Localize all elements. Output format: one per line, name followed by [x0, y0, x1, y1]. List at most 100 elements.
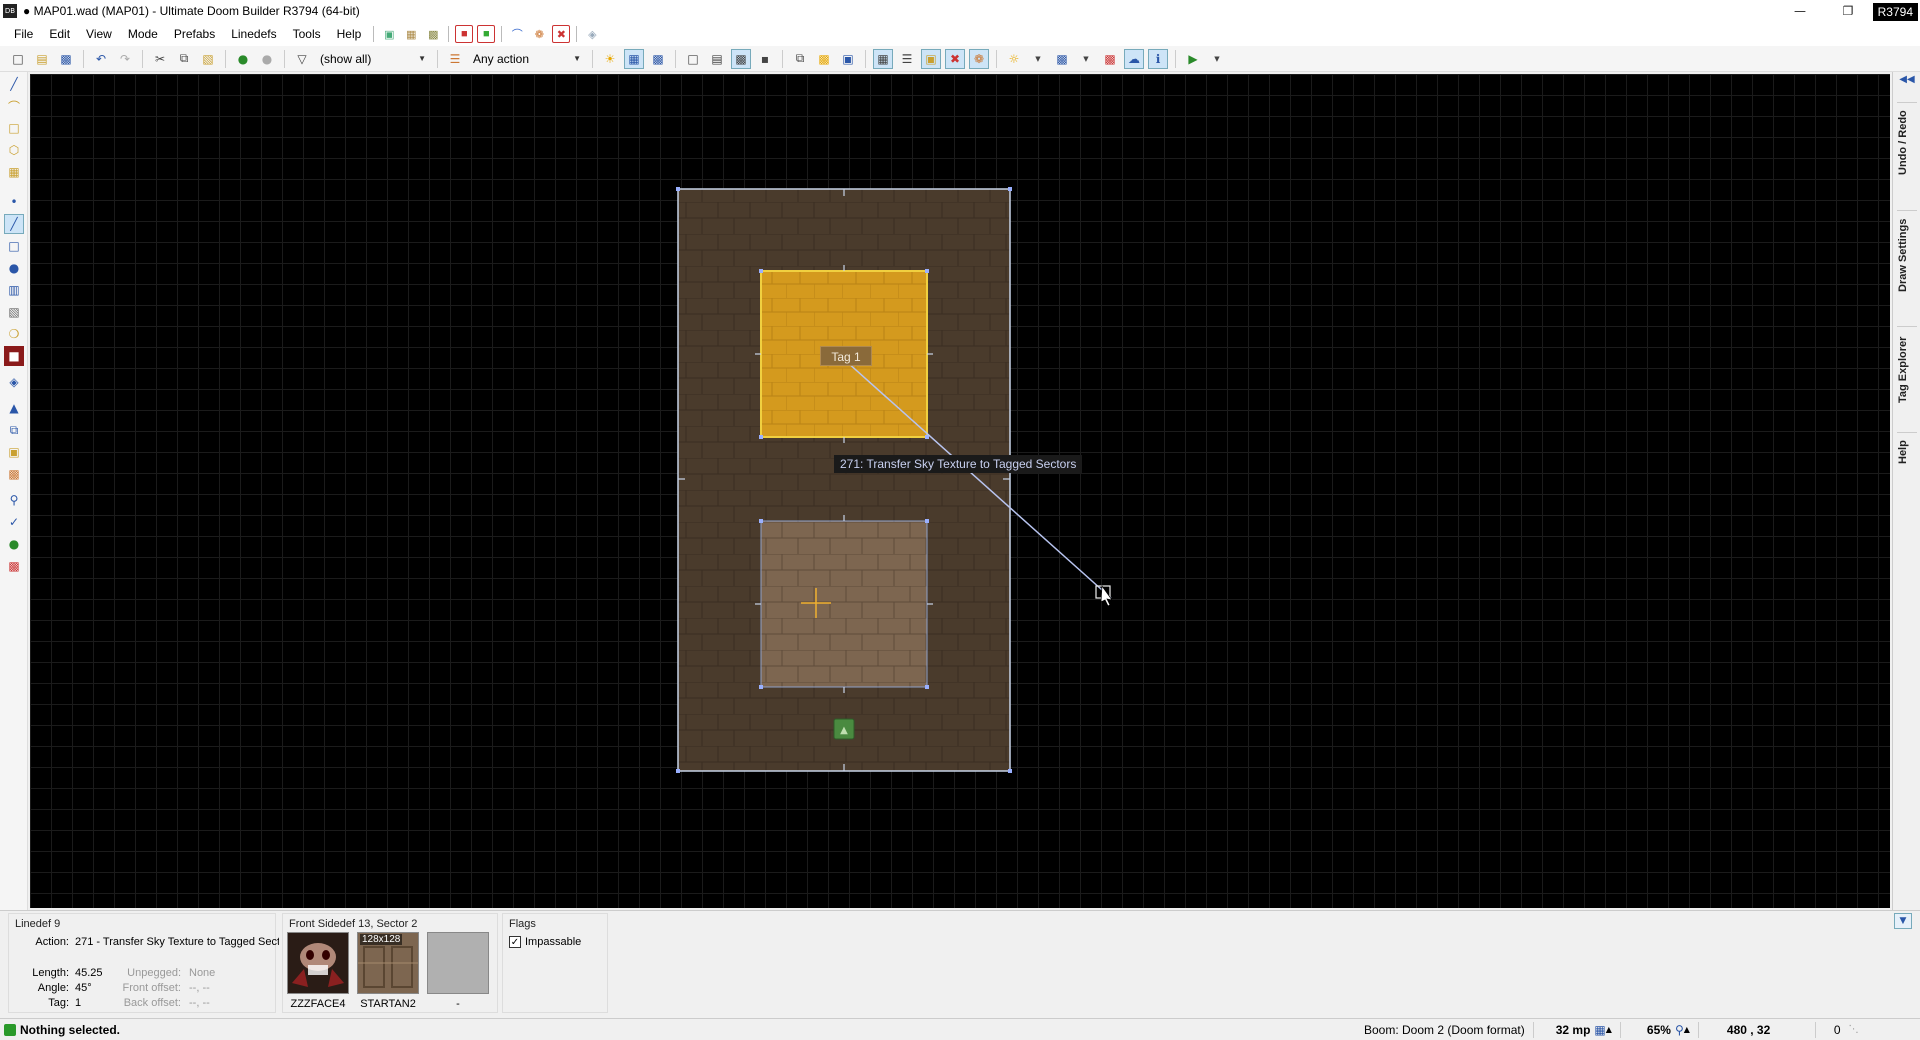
plugin-toggle-icon[interactable]: ❁ [969, 48, 989, 69]
brightness-icon[interactable]: ☀ [600, 49, 620, 69]
split-joined-sectors-icon[interactable]: ▣ [838, 49, 858, 69]
slope-mode-icon[interactable]: ▲ [4, 398, 24, 418]
map-canvas[interactable]: ▲ Tag 1 271: Transfer Sky Texture to Tag… [30, 74, 1890, 908]
merge-geometry-icon[interactable]: ⧉ [790, 49, 810, 69]
vertex-slope-icon[interactable]: ⧉ [4, 420, 24, 440]
draw-curve-icon[interactable]: ⌒ [4, 96, 24, 116]
collapse-dock-icon[interactable]: ◀◀ [1897, 74, 1917, 88]
view-normal-icon[interactable]: □ [683, 49, 703, 69]
image-export-icon[interactable]: ▩ [1052, 49, 1072, 69]
view-ceiling-textures-icon[interactable]: ▪ [755, 49, 775, 69]
chevron-up-icon[interactable]: ▲ [1606, 1025, 1612, 1034]
sky-icon[interactable]: ☁ [1124, 48, 1144, 69]
expand-panel-icon[interactable]: ▼ [1894, 913, 1912, 929]
lightbulb-icon[interactable]: ☼ [1004, 49, 1024, 69]
undo-icon[interactable]: ↶ [91, 49, 111, 69]
things-filter-dropdown[interactable]: (show all) ▼ [314, 49, 432, 69]
stats-icon[interactable]: ▩ [1100, 49, 1120, 69]
snap-to-grid-icon[interactable]: ▩ [648, 49, 668, 69]
middle-texture-preview[interactable]: 128x128 [357, 932, 419, 994]
grid-size[interactable]: 32 mp [1556, 1023, 1591, 1037]
menu-mode[interactable]: Mode [120, 22, 166, 46]
zoom-level[interactable]: 65% [1647, 1023, 1671, 1037]
errors-check-icon[interactable]: ■ [455, 25, 474, 43]
action-filter-dropdown[interactable]: Any action ▼ [467, 49, 587, 69]
impassable-checkbox[interactable]: ✓ [509, 936, 521, 948]
tab-tag-explorer[interactable]: Tag Explorer [1897, 326, 1917, 412]
menu-file[interactable]: File [6, 22, 41, 46]
auto-merge-icon[interactable]: ▩ [814, 49, 834, 69]
upper-texture-preview[interactable] [287, 932, 349, 994]
sound-propagation-icon[interactable]: ❍ [4, 324, 24, 344]
tab-undo-redo[interactable]: Undo / Redo [1897, 102, 1917, 182]
linedefs-mode-icon[interactable]: ╱ [4, 214, 24, 234]
snap-selection-icon[interactable]: ▣ [4, 442, 24, 462]
snap-icon[interactable]: ☰ [897, 49, 917, 69]
3d-floor-mode-icon[interactable]: ◈ [4, 372, 24, 392]
plugin-red-icon[interactable]: ✖ [552, 25, 571, 43]
play-icon[interactable]: ▶ [1183, 49, 1203, 69]
make-sectors-icon[interactable]: ▥ [4, 280, 24, 300]
chevron-down-icon[interactable]: ▼ [1028, 49, 1048, 69]
chevron-down-icon: ▼ [573, 54, 581, 63]
visual-mode-icon[interactable]: ■ [4, 346, 24, 366]
angle-value: 45° [75, 982, 92, 994]
vertices-mode-icon[interactable]: • [4, 192, 24, 212]
tab-draw-settings[interactable]: Draw Settings [1897, 210, 1917, 300]
test-map-icon[interactable]: ▣ [380, 25, 398, 43]
filter-icon[interactable]: ▽ [292, 49, 312, 69]
script-editor-icon[interactable]: ▦ [402, 25, 420, 43]
menu-view[interactable]: View [78, 22, 120, 46]
resize-grip-icon[interactable]: ⋱ [1849, 1024, 1859, 1035]
redo-icon[interactable]: ↷ [115, 49, 135, 69]
tag-range-icon[interactable]: ▩ [4, 556, 24, 576]
linedef-color-preset-icon[interactable]: ☰ [445, 49, 465, 69]
flip-selection-icon[interactable]: ▩ [4, 464, 24, 484]
map-analysis-icon[interactable]: ✓ [4, 512, 24, 532]
insert-prefab-icon[interactable]: ● [233, 49, 253, 69]
menu-edit[interactable]: Edit [41, 22, 78, 46]
open-map-icon[interactable]: ▤ [32, 49, 52, 69]
draw-lines-icon[interactable]: ╱ [4, 74, 24, 94]
chevron-up-icon[interactable]: ▲ [1684, 1025, 1690, 1034]
map-options-icon[interactable]: ▩ [424, 25, 442, 43]
tab-help[interactable]: Help [1897, 432, 1917, 472]
menu-tools[interactable]: Tools [285, 22, 329, 46]
chevron-down-icon[interactable]: ▼ [1076, 49, 1096, 69]
cut-icon[interactable]: ✂ [150, 49, 170, 69]
draw-ellipse-icon[interactable]: ⬡ [4, 140, 24, 160]
sectors-mode-icon[interactable]: □ [4, 236, 24, 256]
menu-linedefs[interactable]: Linedefs [223, 22, 284, 46]
copy-icon[interactable]: ⧉ [174, 49, 194, 69]
test-map-skill-icon[interactable]: ■ [477, 25, 496, 43]
info-icon[interactable]: ℹ [1148, 48, 1168, 69]
color-picker-icon[interactable]: ● [4, 534, 24, 554]
minimize-button[interactable]: — [1778, 0, 1822, 22]
tag-icon[interactable]: ◈ [583, 25, 601, 43]
save-map-icon[interactable]: ▩ [56, 49, 76, 69]
things-mode-icon[interactable]: ● [4, 258, 24, 278]
plugin-icon[interactable]: ❁ [530, 25, 548, 43]
lower-texture-preview[interactable] [427, 932, 489, 994]
find-replace-icon[interactable]: ⚲ [4, 490, 24, 510]
insert-previous-prefab-icon[interactable]: ● [257, 49, 277, 69]
grid-icon[interactable]: ▦ [1594, 1023, 1605, 1037]
restore-button[interactable]: ❐ [1826, 0, 1870, 22]
draw-rectangle-icon[interactable]: □ [4, 118, 24, 138]
grid-icon[interactable]: ▦ [624, 48, 644, 69]
edit-selection-icon[interactable]: ▧ [4, 302, 24, 322]
view-floor-textures-icon[interactable]: ▩ [731, 48, 751, 69]
new-map-icon[interactable]: □ [8, 49, 28, 69]
cross-icon[interactable]: ✖ [945, 48, 965, 69]
draw-grid-icon[interactable]: ▦ [4, 162, 24, 182]
auto-align-icon[interactable]: ▣ [921, 48, 941, 69]
menu-help[interactable]: Help [329, 22, 370, 46]
view-brightness-icon[interactable]: ▤ [707, 49, 727, 69]
render-grid-icon[interactable]: ▦ [873, 48, 893, 69]
menu-separator [576, 26, 578, 42]
zoom-icon[interactable]: ⚲ [1675, 1023, 1684, 1037]
menu-prefabs[interactable]: Prefabs [166, 22, 223, 46]
paste-icon[interactable]: ▧ [198, 49, 218, 69]
chevron-down-icon[interactable]: ▼ [1207, 49, 1227, 69]
curve-tool-icon[interactable]: ⌒ [508, 25, 526, 43]
